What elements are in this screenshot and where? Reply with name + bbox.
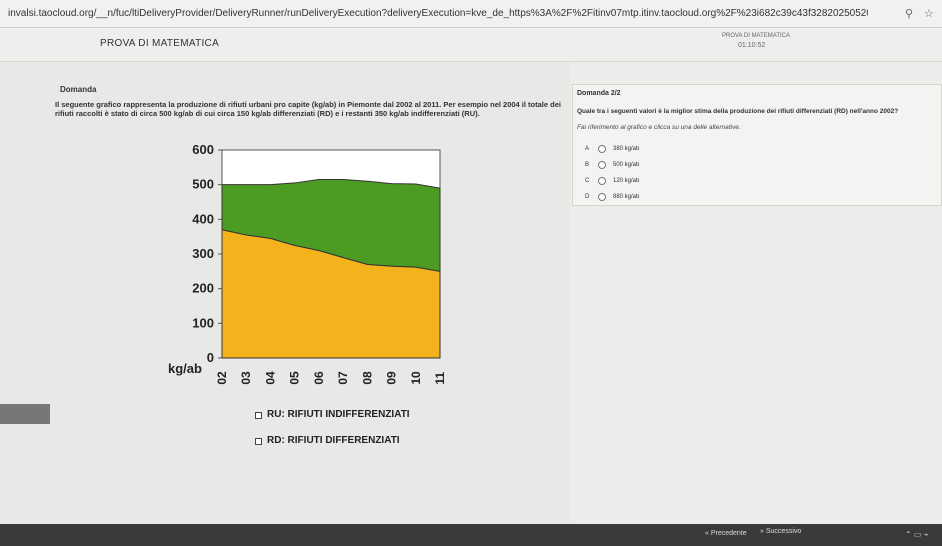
option-text[interactable]: 380 kg/ab <box>613 146 639 152</box>
option-d[interactable]: D 880 kg/ab <box>585 192 705 204</box>
data-point-series-2 <box>294 182 296 184</box>
radio-button[interactable] <box>598 193 606 201</box>
y-tick-label: 500 <box>192 177 214 192</box>
data-point-series-2 <box>366 180 368 182</box>
option-letter: A <box>585 146 590 152</box>
test-header: PROVA DI MATEMATICA PROVA DI MATEMATICA … <box>0 28 942 62</box>
question-text: Quale tra i seguenti valori è la miglior… <box>577 108 899 115</box>
stacked-area-chart: 0 100 200 300 400 500 600 2002 2003 2004 2005 2006… <box>168 142 447 385</box>
x-tick-label: 2010 <box>409 371 423 385</box>
x-tick-label: 2004 <box>263 371 277 385</box>
url-text[interactable]: invalsi.taocloud.org/__n/fuc/ltiDelivery… <box>8 8 868 19</box>
data-point-series-2 <box>245 184 247 186</box>
radio-button[interactable] <box>598 161 606 169</box>
side-tab[interactable] <box>0 404 50 424</box>
system-tray-icon: ⌃ ▭ ⌁ <box>905 530 929 539</box>
option-text[interactable]: 500 kg/ab <box>613 162 639 168</box>
previous-label: Precedente <box>710 530 747 537</box>
next-label: Successivo <box>765 528 802 535</box>
legend-text-rd: RD: RIFIUTI DIFFERENZIATI <box>267 435 400 446</box>
x-tick-label: 2006 <box>312 371 326 385</box>
legend-item-rd: RD: RIFIUTI DIFFERENZIATI <box>255 434 455 448</box>
question-hint: Fai riferimento al grafico e clicca su u… <box>577 124 741 131</box>
zoom-icon[interactable]: ⚲ <box>905 7 913 20</box>
browser-url-bar: invalsi.taocloud.org/__n/fuc/ltiDelivery… <box>0 0 942 28</box>
data-point-series-2 <box>391 183 393 185</box>
x-tick-label: 2005 <box>288 371 302 385</box>
stimulus-stem: Il seguente grafico rappresenta la produ… <box>55 100 561 118</box>
legend-swatch-rd <box>255 438 262 445</box>
test-title-small: PROVA DI MATEMATICA <box>722 33 791 39</box>
next-button[interactable]: » Successivo <box>760 528 801 535</box>
data-point-series-2 <box>415 183 417 185</box>
legend-swatch-ru <box>255 412 262 419</box>
x-tick-label: 2002 <box>215 371 229 385</box>
legend-text-ru: RU: RIFIUTI INDIFFERENZIATI <box>267 409 410 420</box>
data-point-series-2 <box>269 184 271 186</box>
y-tick-label: 300 <box>192 246 214 261</box>
option-text[interactable]: 880 kg/ab <box>613 194 639 200</box>
previous-button[interactable]: « Precedente <box>705 530 747 537</box>
legend-item-ru: RU: RIFIUTI INDIFFERENZIATI <box>255 408 455 422</box>
x-tick-label: 2008 <box>360 371 374 385</box>
timer: 01:10:52 <box>738 42 766 49</box>
y-tick-label: 0 <box>207 350 214 365</box>
option-letter: C <box>585 178 590 184</box>
option-letter: D <box>585 194 590 200</box>
test-title: PROVA DI MATEMATICA <box>100 38 220 49</box>
y-tick-label: 600 <box>192 142 214 157</box>
y-tick-label: 100 <box>192 315 214 330</box>
y-axis-label: kg/ab <box>168 361 202 376</box>
x-tick-label: 2003 <box>239 371 253 385</box>
option-a[interactable]: A 380 kg/ab <box>585 144 705 156</box>
question-counter: Domanda 2/2 <box>577 90 621 97</box>
option-text[interactable]: 120 kg/ab <box>613 178 639 184</box>
y-tick-label: 400 <box>192 211 214 226</box>
data-point-series-2 <box>318 178 320 180</box>
radio-button[interactable] <box>598 145 606 153</box>
option-b[interactable]: B 500 kg/ab <box>585 160 705 172</box>
radio-button[interactable] <box>598 177 606 185</box>
chevron-left-icon: « <box>705 530 709 537</box>
x-tick-label: 2009 <box>385 371 399 385</box>
x-tick-label: 2011 <box>433 372 447 385</box>
stimulus-label: Domanda <box>60 85 97 94</box>
option-letter: B <box>585 162 590 168</box>
chevron-right-icon: » <box>760 528 764 535</box>
option-c[interactable]: C 120 kg/ab <box>585 176 705 188</box>
data-point-series-2 <box>342 178 344 180</box>
data-point-series-2 <box>439 187 441 189</box>
bookmark-star-icon[interactable]: ☆ <box>924 7 934 20</box>
navigation-footer: « Precedente » Successivo ⌃ ▭ ⌁ <box>0 524 942 546</box>
y-tick-label: 200 <box>192 281 214 296</box>
x-tick-label: 2007 <box>336 371 350 385</box>
